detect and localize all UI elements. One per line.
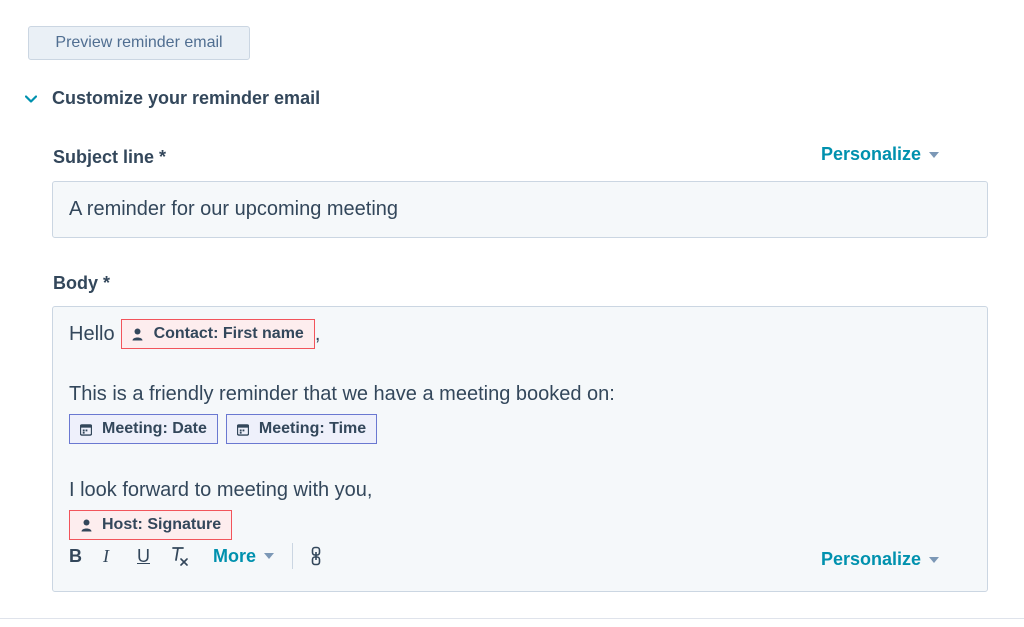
- italic-button[interactable]: I: [103, 546, 137, 567]
- caret-down-icon: [929, 556, 940, 563]
- reminder-text: This is a friendly reminder that we have…: [69, 383, 615, 405]
- closing-line: I look forward to meeting with you,: [69, 479, 372, 502]
- token-host-signature[interactable]: Host: Signature: [69, 510, 233, 540]
- contact-icon: [132, 327, 144, 341]
- more-label: More: [213, 545, 257, 566]
- personalize-label: Personalize: [821, 549, 922, 569]
- section-title: Customize your reminder email: [52, 88, 321, 108]
- underline-button[interactable]: U: [137, 546, 171, 567]
- bold-button[interactable]: B: [69, 546, 103, 567]
- token-label: Contact: First name: [153, 325, 304, 342]
- token-contact-first-name[interactable]: Contact: First name: [120, 319, 315, 349]
- calendar-icon: [236, 422, 249, 436]
- reminder-line: This is a friendly reminder that we have…: [69, 383, 615, 406]
- preview-button-label: Preview reminder email: [55, 34, 223, 51]
- body-label: Body *: [53, 273, 111, 293]
- customize-section-toggle[interactable]: Customize your reminder email: [24, 88, 320, 109]
- token-meeting-date[interactable]: Meeting: Date: [69, 414, 218, 444]
- body-personalize-dropdown[interactable]: Personalize: [821, 549, 940, 570]
- more-formatting-dropdown[interactable]: More: [213, 545, 275, 567]
- subject-line-input[interactable]: A reminder for our upcoming meeting: [52, 181, 988, 238]
- greeting-line: Hello Contact: First name ,: [69, 319, 320, 349]
- clear-formatting-icon: [172, 547, 188, 566]
- subject-personalize-dropdown[interactable]: Personalize: [821, 144, 940, 165]
- chevron-down-icon: [24, 92, 38, 106]
- closing-text: I look forward to meeting with you,: [69, 479, 373, 501]
- clear-formatting-button[interactable]: [171, 546, 205, 566]
- formatting-toolbar: B I U More: [69, 543, 345, 569]
- subject-line-value: A reminder for our upcoming meeting: [69, 198, 399, 220]
- caret-down-icon: [264, 553, 275, 559]
- token-meeting-time[interactable]: Meeting: Time: [225, 414, 378, 444]
- caret-down-icon: [929, 151, 940, 158]
- signature-line: Host: Signature: [69, 510, 233, 540]
- token-label: Meeting: Date: [102, 420, 207, 437]
- greeting-punctuation: ,: [314, 322, 321, 345]
- user-icon: [80, 518, 92, 532]
- bottom-divider: [0, 618, 1024, 619]
- calendar-icon: [80, 422, 92, 436]
- preview-reminder-email-button[interactable]: Preview reminder email: [28, 26, 250, 60]
- personalize-label: Personalize: [821, 144, 922, 164]
- token-label: Meeting: Time: [258, 420, 367, 437]
- meeting-tokens-line: Meeting: Date Meeting: Time: [69, 414, 378, 444]
- subject-line-label: Subject line *: [53, 147, 167, 167]
- toolbar-divider: [292, 543, 294, 569]
- token-label: Host: Signature: [102, 516, 222, 533]
- greeting-text: Hello: [69, 322, 115, 345]
- insert-link-button[interactable]: [311, 546, 345, 566]
- link-icon: [311, 546, 321, 566]
- body-rich-text-editor[interactable]: Hello Contact: First name , This is a fr…: [52, 306, 988, 592]
